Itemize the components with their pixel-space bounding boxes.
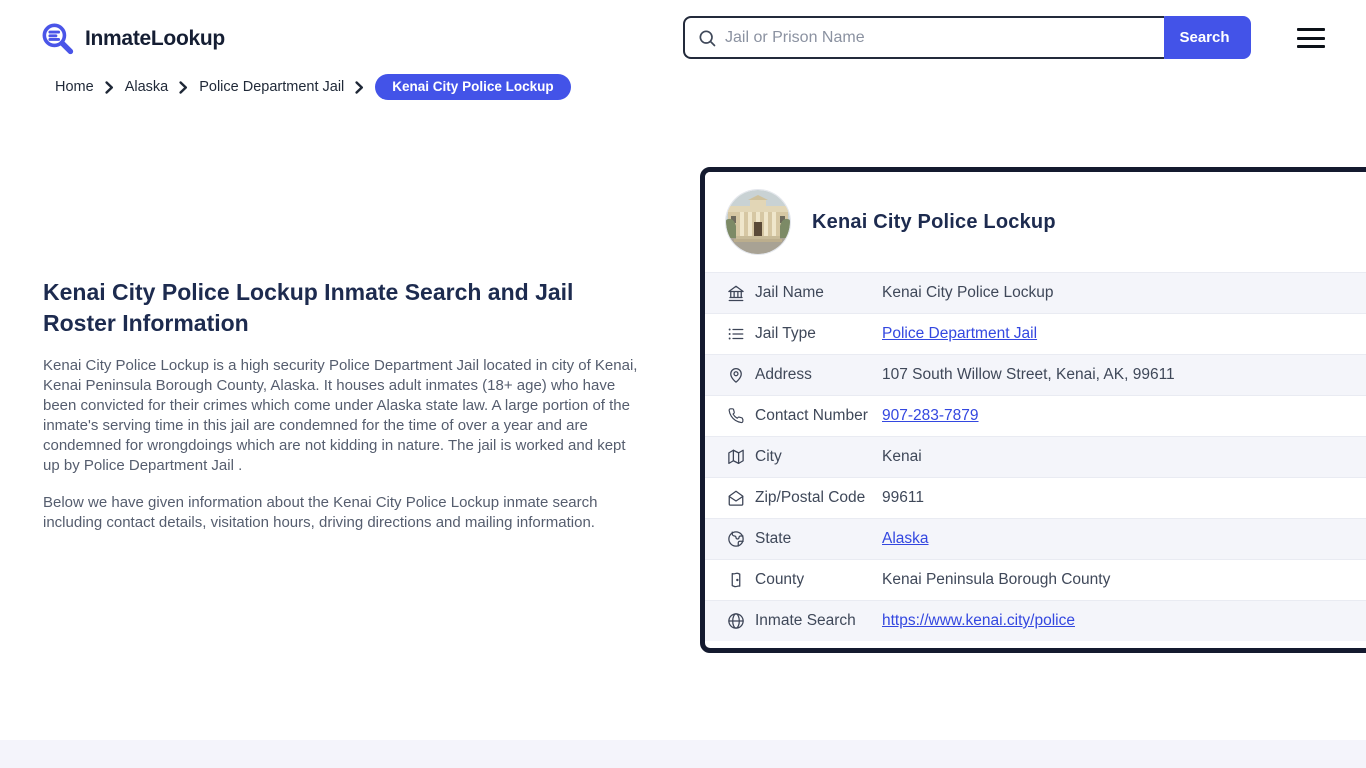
row-value: Kenai	[882, 448, 922, 465]
brand-name: InmateLookup	[85, 27, 225, 50]
article-paragraph: Below we have given information about th…	[43, 494, 598, 531]
breadcrumb-item: Home	[55, 79, 114, 95]
search-input[interactable]	[717, 18, 1164, 57]
jail-search-bar: Search	[683, 16, 1251, 59]
table-row: Zip/Postal Code 99611	[705, 477, 1366, 518]
table-row: Contact Number 907-283-7879	[705, 395, 1366, 436]
breadcrumb-link[interactable]: Police Department Jail	[199, 79, 344, 95]
breadcrumb-item: Alaska	[125, 79, 189, 95]
row-label: Jail Type	[755, 325, 816, 342]
article-paragraph: Kenai City Police Lockup is a high secur…	[43, 357, 638, 474]
table-row: County Kenai Peninsula Borough County	[705, 559, 1366, 600]
breadcrumb-current: Kenai City Police Lockup	[375, 74, 571, 100]
row-label: Address	[755, 366, 812, 383]
breadcrumb-item: Police Department Jail	[199, 79, 364, 95]
menu-hamburger-icon[interactable]	[1297, 28, 1325, 48]
jail-details-table: Jail Name Kenai City Police Lockup Jail …	[705, 272, 1366, 641]
row-value-link[interactable]: Police Department Jail	[882, 325, 1037, 343]
bank-icon	[727, 284, 745, 302]
row-value: 99611	[882, 489, 924, 506]
table-row: Address 107 South Willow Street, Kenai, …	[705, 354, 1366, 395]
card-header: Kenai City Police Lockup	[705, 172, 1366, 272]
breadcrumb-link[interactable]: Alaska	[125, 79, 169, 95]
list-icon	[727, 325, 745, 343]
card-title: Kenai City Police Lockup	[812, 210, 1056, 233]
article: Kenai City Police Lockup Inmate Search a…	[43, 277, 646, 533]
globe-icon	[727, 612, 745, 630]
table-row: Jail Name Kenai City Police Lockup	[705, 272, 1366, 313]
brand-logo[interactable]: InmateLookup	[40, 21, 225, 57]
table-row: Jail Type Police Department Jail	[705, 313, 1366, 354]
table-row: City Kenai	[705, 436, 1366, 477]
table-row: State Alaska	[705, 518, 1366, 559]
footer-strip	[0, 740, 1366, 768]
row-label: Inmate Search	[755, 612, 856, 629]
chevron-right-icon	[105, 80, 113, 94]
table-row: Inmate Search https://www.kenai.city/pol…	[705, 600, 1366, 641]
jail-photo-avatar	[726, 190, 790, 254]
search-button[interactable]: Search	[1158, 16, 1251, 59]
search-icon	[699, 30, 716, 46]
phone-icon	[727, 407, 745, 425]
breadcrumb-link[interactable]: Home	[55, 79, 94, 95]
row-label: Jail Name	[755, 284, 824, 301]
page: InmateLookup Search Home Alaska Police D…	[0, 0, 1366, 768]
page-title: Kenai City Police Lockup Inmate Search a…	[43, 279, 574, 336]
row-value-link[interactable]: https://www.kenai.city/police	[882, 612, 1075, 630]
row-label: Contact Number	[755, 407, 868, 424]
row-value-link[interactable]: 907-283-7879	[882, 407, 979, 425]
row-value: Kenai City Police Lockup	[882, 284, 1054, 301]
map-pin-icon	[727, 366, 745, 384]
row-value-link[interactable]: Alaska	[882, 530, 929, 548]
magnifier-logo-icon	[40, 21, 76, 57]
row-label: Zip/Postal Code	[755, 489, 866, 506]
row-value: 107 South Willow Street, Kenai, AK, 9961…	[882, 366, 1175, 383]
earth-icon	[727, 530, 745, 548]
row-label: State	[755, 530, 792, 547]
chevron-right-icon	[355, 80, 364, 94]
search-field	[683, 16, 1164, 59]
row-value: Kenai Peninsula Borough County	[882, 571, 1111, 588]
county-map-icon	[727, 571, 745, 589]
row-label: County	[755, 571, 805, 588]
breadcrumb: Home Alaska Police Department Jail Kenai…	[55, 74, 571, 100]
mail-open-icon	[727, 489, 745, 507]
chevron-right-icon	[179, 80, 188, 94]
jail-info-card: Kenai City Police Lockup Jail Name Kenai…	[700, 167, 1366, 653]
map-icon	[727, 448, 745, 466]
row-label: City	[755, 448, 782, 465]
